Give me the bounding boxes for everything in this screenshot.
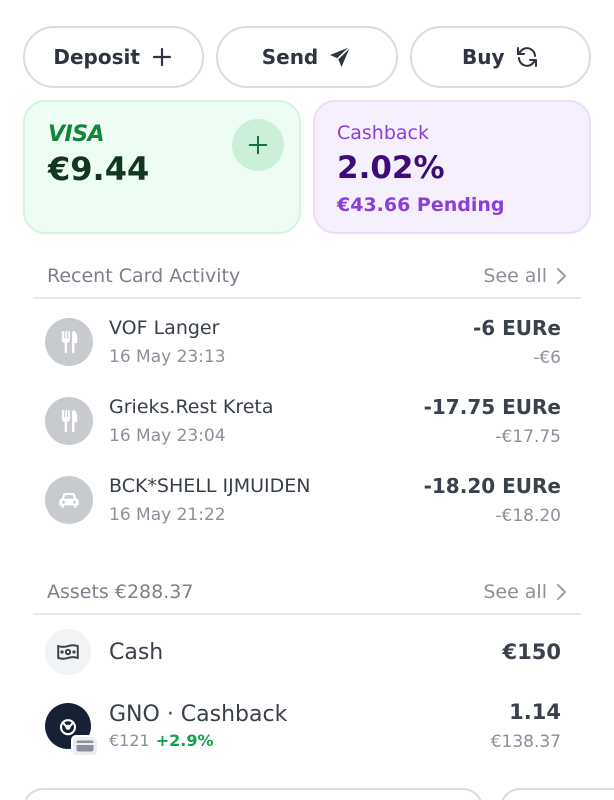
buy-label: Buy [462, 45, 505, 69]
deposit-label: Deposit [53, 45, 140, 69]
list-item[interactable]: VOF Langer 16 May 23:13 -6 EURe -€6 [45, 309, 561, 375]
see-all-label: See all [483, 581, 547, 603]
banknote-icon [45, 629, 91, 675]
asset-amount: 1.14 [509, 700, 561, 724]
cashback-label: Cashback [337, 122, 430, 144]
asset-row-gno[interactable]: GNO · Cashback €121 +2.9% 1.14 €138.37 [45, 700, 561, 757]
assets-header: Assets €288.37 See all [33, 571, 581, 615]
asset-fiat-value: €138.37 [490, 732, 561, 752]
list-item[interactable]: Grieks.Rest Kreta 16 May 23:04 -17.75 EU… [45, 388, 561, 454]
section-title: Recent Card Activity [47, 265, 241, 287]
see-all-assets-link[interactable]: See all [483, 581, 567, 603]
send-button[interactable]: Send [216, 26, 398, 88]
refresh-icon [516, 47, 537, 67]
merchant-name: Grieks.Rest Kreta [109, 396, 274, 418]
asset-price: €121 [109, 731, 150, 750]
asset-name: GNO · Cashback [109, 702, 288, 727]
recent-activity-header: Recent Card Activity See all [33, 255, 581, 299]
gnosis-icon [45, 703, 99, 757]
see-all-activity-link[interactable]: See all [483, 265, 567, 287]
card-icon [71, 735, 99, 757]
token-amount: -18.20 EURe [423, 474, 561, 498]
chevron-right-icon [557, 584, 566, 600]
wallet-screen: Deposit Send Buy VISA €9.44 Cashback 2.0… [0, 0, 614, 800]
buy-button[interactable]: Buy [409, 26, 591, 88]
asset-row-cash[interactable]: Cash €150 [45, 629, 561, 675]
bottom-card-peek-right[interactable] [500, 788, 614, 800]
assets-title: Assets €288.37 [47, 581, 194, 603]
asset-price-line: €121 +2.9% [109, 731, 491, 750]
transaction-date: 16 May 21:22 [109, 505, 226, 525]
transaction-date: 16 May 23:04 [109, 426, 226, 446]
send-icon [330, 46, 351, 67]
deposit-button[interactable]: Deposit [23, 26, 205, 88]
plus-icon [248, 135, 268, 155]
merchant-name: VOF Langer [109, 317, 220, 339]
visa-card[interactable]: VISA €9.44 [23, 100, 301, 234]
fiat-amount: -€18.20 [495, 506, 561, 526]
visa-balance: €9.44 [48, 150, 150, 188]
fiat-amount: -€6 [533, 348, 561, 368]
add-funds-button[interactable] [232, 119, 284, 171]
asset-value: €150 [502, 640, 561, 664]
fork-knife-icon [45, 397, 93, 445]
action-bar: Deposit Send Buy [23, 26, 591, 88]
list-item[interactable]: BCK*SHELL IJMUIDEN 16 May 21:22 -18.20 E… [45, 467, 561, 533]
token-amount: -17.75 EURe [423, 395, 561, 419]
fork-knife-icon [45, 318, 93, 366]
asset-name: Cash [109, 639, 164, 665]
visa-logo: VISA [48, 122, 105, 147]
merchant-name: BCK*SHELL IJMUIDEN [109, 475, 311, 497]
fiat-amount: -€17.75 [495, 427, 561, 447]
plus-icon [152, 47, 172, 67]
cashback-pending: €43.66 Pending [337, 194, 505, 216]
transaction-date: 16 May 23:13 [109, 347, 226, 367]
bottom-card-peek[interactable] [23, 788, 483, 800]
chevron-right-icon [557, 268, 566, 284]
token-amount: -6 EURe [472, 316, 561, 340]
asset-change: +2.9% [155, 731, 214, 750]
see-all-label: See all [483, 265, 547, 287]
car-icon [45, 476, 93, 524]
send-label: Send [261, 45, 319, 69]
cashback-card[interactable]: Cashback 2.02% €43.66 Pending [313, 100, 591, 234]
cashback-rate: 2.02% [337, 150, 445, 186]
